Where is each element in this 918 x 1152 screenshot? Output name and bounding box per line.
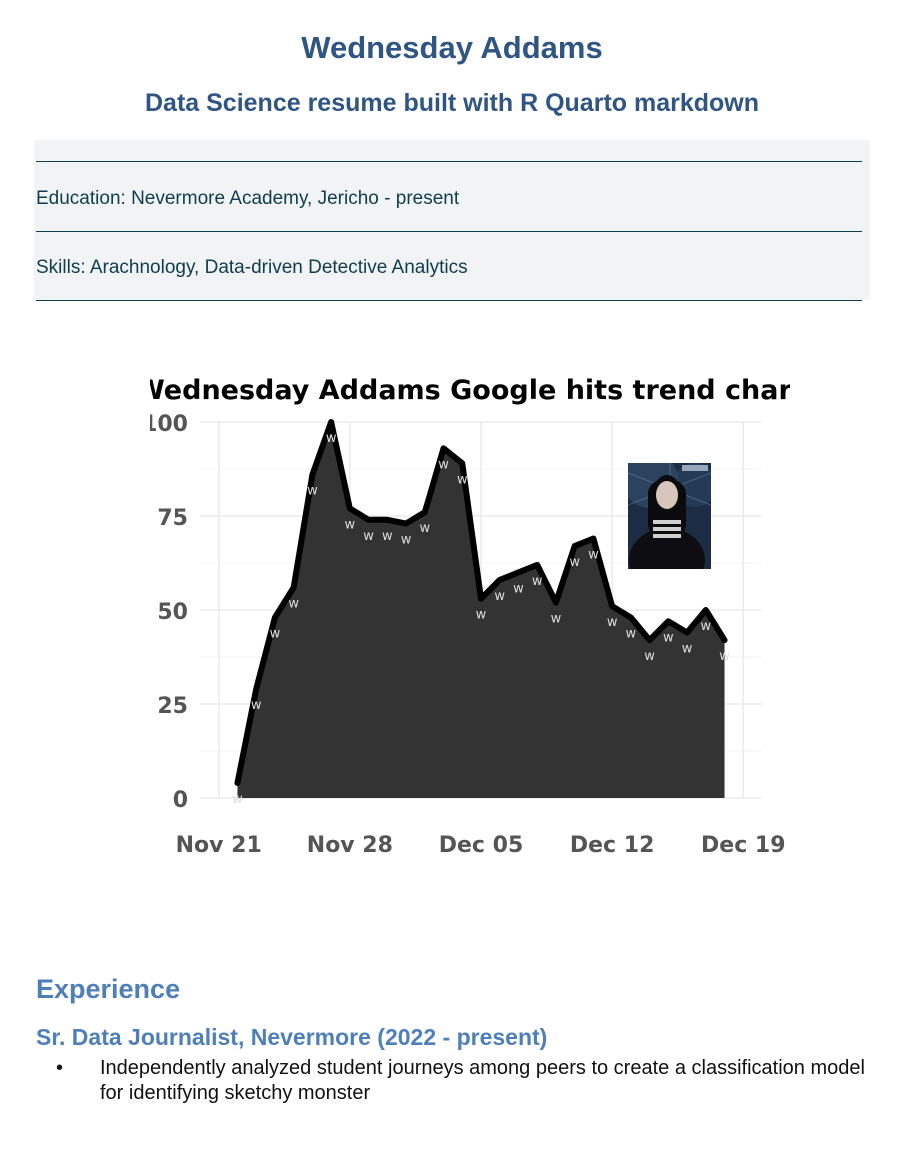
data-point: w [476, 608, 487, 623]
data-point: w [382, 529, 393, 544]
divider [36, 161, 862, 162]
data-point: w [663, 630, 674, 645]
data-point: w [532, 574, 543, 589]
data-point: w [494, 589, 505, 604]
wednesday-portrait-icon [628, 463, 711, 569]
job-title: Sr. Data Journalist, Nevermore (2022 - p… [36, 1024, 548, 1050]
data-point: w [307, 484, 318, 499]
data-point: w [719, 649, 730, 664]
data-point: w [682, 642, 693, 657]
data-point: w [251, 698, 262, 713]
y-tick-label: 25 [157, 694, 188, 719]
chart-title: Wednesday Addams Google hits trend chart… [150, 375, 790, 406]
x-tick-label: Dec 12 [570, 833, 655, 858]
data-point: w [232, 792, 243, 807]
y-tick-label: 75 [157, 506, 188, 531]
x-tick-label: Dec 19 [701, 833, 786, 858]
education-line: Education: Nevermore Academy, Jericho - … [36, 188, 460, 209]
data-point: w [700, 619, 711, 634]
y-tick-label: 50 [157, 600, 188, 625]
data-point: w [551, 611, 562, 626]
data-point: w [457, 472, 468, 487]
data-point: w [607, 615, 618, 630]
y-tick-label: 0 [173, 788, 188, 813]
bullet-icon: • [56, 1057, 64, 1079]
data-point: w [588, 548, 599, 563]
data-point: w [288, 596, 299, 611]
data-point: w [326, 431, 337, 446]
resume-subtitle: Data Science resume built with R Quarto … [144, 89, 760, 117]
data-point: w [401, 533, 412, 548]
divider [36, 300, 862, 301]
data-point: w [270, 627, 281, 642]
x-tick-label: Dec 05 [439, 833, 524, 858]
data-point: w [644, 649, 655, 664]
y-tick-label: 100 [150, 412, 188, 437]
data-point: w [419, 521, 430, 536]
job-bullets: • Independently analyzed student journey… [56, 1056, 866, 1106]
data-point: w [363, 529, 374, 544]
data-point: w [626, 627, 637, 642]
x-tick-label: Nov 21 [176, 833, 262, 858]
data-point: w [345, 517, 356, 532]
info-box: Education: Nevermore Academy, Jericho - … [34, 140, 870, 301]
data-point: w [569, 555, 580, 570]
data-point: w [438, 457, 449, 472]
x-tick-label: Nov 28 [307, 833, 393, 858]
divider [36, 231, 862, 232]
list-item: • Independently analyzed student journey… [56, 1056, 866, 1106]
data-point: w [513, 581, 524, 596]
skills-line: Skills: Arachnology, Data-driven Detecti… [36, 257, 468, 278]
resume-name: Wednesday Addams [301, 30, 603, 65]
experience-heading: Experience [36, 974, 181, 1004]
trend-chart: Wednesday Addams Google hits trend chart… [150, 355, 790, 875]
bullet-text: Independently analyzed student journeys … [100, 1057, 865, 1104]
